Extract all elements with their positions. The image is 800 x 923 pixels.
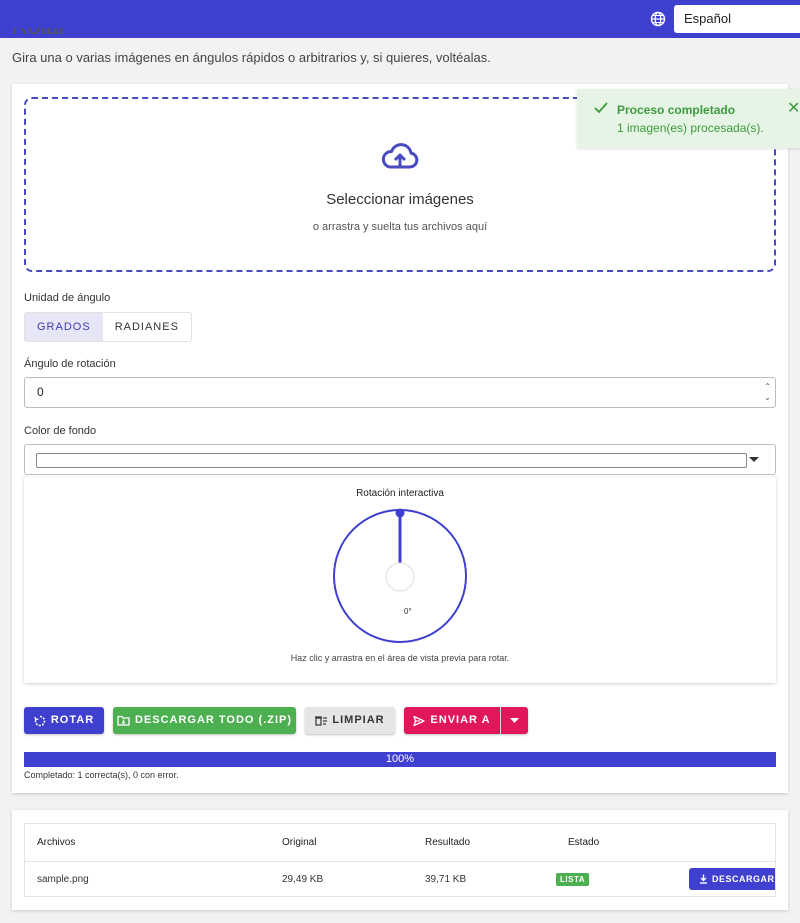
- check-icon: [594, 102, 608, 114]
- dropzone-title: Seleccionar imágenes: [326, 191, 474, 208]
- stepper-down-icon[interactable]: ⌄: [764, 392, 771, 403]
- dial-handle[interactable]: [395, 508, 405, 518]
- angle-unit-toggle: GRADOS RADIANES: [24, 312, 192, 342]
- toast-title: Proceso completado: [617, 103, 736, 117]
- preview-hint: Haz clic y arrastra en el área de vista …: [290, 653, 510, 663]
- angle-unit-label: Unidad de ángulo: [24, 292, 111, 304]
- progress-status: Completado: 1 correcta(s), 0 con error.: [24, 770, 179, 780]
- column-header-status: Estado: [568, 837, 600, 848]
- cloud-upload-icon: [381, 143, 419, 169]
- globe-icon[interactable]: [650, 11, 666, 27]
- page-subtitle: Gira una o varias imágenes en ángulos rá…: [12, 50, 491, 65]
- column-header-files: Archivos: [37, 837, 76, 848]
- column-header-original: Original: [282, 837, 317, 848]
- results-table: Archivos Original Resultado Estado sampl…: [24, 823, 776, 897]
- send-icon: [413, 715, 426, 726]
- background-color-select[interactable]: [24, 444, 776, 475]
- page-title: Rotar imágenes: [12, 28, 132, 40]
- stepper-up-icon[interactable]: ⌃: [764, 381, 771, 392]
- row-original-size: 29,49 KB: [282, 874, 324, 885]
- rotate-button-label: ROTAR: [50, 714, 95, 726]
- interactive-rotation-panel[interactable]: Rotación interactiva 0° Haz clic y arras…: [24, 477, 776, 683]
- download-row-button[interactable]: DESCARGAR: [689, 868, 775, 890]
- progress-bar: 100%: [24, 752, 776, 767]
- background-color-label: Color de fondo: [24, 425, 97, 437]
- download-icon: [700, 874, 707, 884]
- row-file-name: sample.png: [37, 874, 89, 885]
- number-stepper[interactable]: ⌃ ⌄: [764, 381, 771, 403]
- rotate-form-card: Seleccionar imágenes o arrastra y suelta…: [12, 84, 788, 793]
- progress-percent: 100%: [385, 753, 415, 765]
- preview-title: Rotación interactiva: [356, 488, 444, 499]
- dial-angle-readout: 0°: [404, 607, 412, 616]
- clear-list-icon: [315, 716, 328, 726]
- toast-message: 1 imagen(es) procesada(s).: [617, 121, 764, 135]
- chevron-down-icon[interactable]: [749, 457, 759, 462]
- rotation-angle-input[interactable]: 0 ⌃ ⌄: [24, 377, 776, 408]
- dropzone-subtitle: o arrastra y suelta tus archivos aquí: [312, 221, 488, 233]
- close-icon[interactable]: ✕: [787, 101, 800, 117]
- clear-button[interactable]: LIMPIAR: [305, 707, 395, 734]
- download-all-label: DESCARGAR TODO (.ZIP): [134, 714, 293, 726]
- unit-degrees-button[interactable]: GRADOS: [25, 313, 103, 341]
- results-card: Archivos Original Resultado Estado sampl…: [12, 810, 788, 910]
- unit-radians-button[interactable]: RADIANES: [103, 313, 191, 341]
- rotation-dial[interactable]: 0°: [330, 508, 470, 653]
- color-swatch[interactable]: [36, 453, 747, 468]
- rotation-dial-graphic[interactable]: [330, 508, 470, 648]
- rotate-button[interactable]: ROTAR: [24, 707, 104, 734]
- rotation-angle-value: 0: [37, 385, 44, 399]
- row-result-size: 39,71 KB: [425, 874, 467, 885]
- language-select[interactable]: Español: [674, 5, 800, 33]
- caret-down-icon: [510, 718, 519, 723]
- clear-button-label: LIMPIAR: [332, 714, 385, 726]
- page-title-text: Rotar imágenes: [12, 28, 132, 40]
- send-to-button[interactable]: ENVIAR A: [404, 707, 500, 734]
- send-to-label: ENVIAR A: [430, 714, 491, 726]
- download-row-label: DESCARGAR: [712, 874, 775, 884]
- download-all-zip-button[interactable]: DESCARGAR TODO (.ZIP): [113, 707, 296, 734]
- rotation-angle-label: Ángulo de rotación: [24, 358, 116, 370]
- rotate-icon: [34, 715, 46, 726]
- send-to-menu-button[interactable]: [501, 707, 528, 734]
- folder-icon: [117, 715, 130, 726]
- header-divider: [25, 861, 775, 862]
- column-header-result: Resultado: [425, 837, 471, 848]
- success-toast: Proceso completado 1 imagen(es) procesad…: [577, 89, 800, 148]
- status-badge: LISTA: [556, 873, 590, 886]
